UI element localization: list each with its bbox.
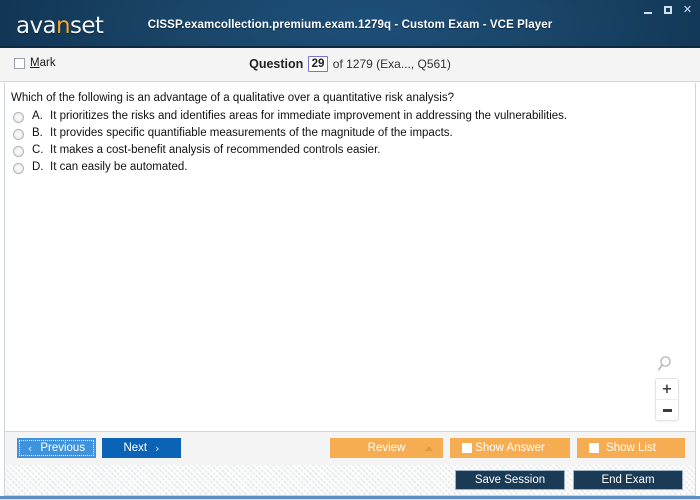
zoom-stepper: +: [655, 378, 679, 421]
action-bar: ‹ Previous Next › Review Show Answer Sho…: [4, 431, 696, 465]
save-session-button[interactable]: Save Session: [455, 470, 565, 490]
status-bar: Save Session End Exam: [4, 465, 696, 496]
show-answer-checkbox-icon[interactable]: [462, 443, 472, 453]
option-letter: D.: [32, 161, 44, 173]
window-title: CISSP.examcollection.premium.exam.1279q …: [147, 19, 553, 31]
option-text: It makes a cost-benefit analysis of reco…: [50, 144, 381, 156]
option-text: It prioritizes the risks and identifies …: [50, 110, 568, 122]
answer-option-a[interactable]: A. It prioritizes the risks and identifi…: [13, 110, 685, 127]
review-button[interactable]: Review: [330, 438, 443, 458]
zoom-widget: +: [653, 354, 681, 421]
answer-option-b[interactable]: B. It provides specific quantifiable mea…: [13, 127, 685, 144]
vce-player-window: avanset CISSP.examcollection.premium.exa…: [0, 0, 700, 500]
chevron-up-icon: [425, 445, 433, 451]
zoom-in-button[interactable]: +: [656, 379, 678, 400]
option-letter: B.: [32, 127, 43, 139]
show-list-button[interactable]: Show List: [577, 438, 685, 458]
show-answer-button[interactable]: Show Answer: [450, 438, 570, 458]
maximize-icon[interactable]: [661, 3, 674, 16]
window-controls: ✕: [641, 3, 694, 16]
previous-button[interactable]: ‹ Previous: [17, 438, 96, 458]
close-icon[interactable]: ✕: [681, 3, 694, 16]
minimize-icon[interactable]: [641, 3, 654, 16]
chevron-left-icon: ‹: [27, 441, 33, 455]
show-list-button-label: Show List: [606, 442, 656, 454]
answer-options-list: A. It prioritizes the risks and identifi…: [13, 110, 685, 178]
title-bar: avanset CISSP.examcollection.premium.exa…: [0, 0, 700, 48]
radio-icon[interactable]: [13, 112, 24, 123]
previous-button-label: Previous: [40, 442, 86, 454]
answer-option-d[interactable]: D. It can easily be automated.: [13, 161, 685, 178]
option-text: It provides specific quantifiable measur…: [50, 127, 453, 139]
end-exam-button[interactable]: End Exam: [573, 470, 683, 490]
question-counter: Question 29 of 1279 (Exa..., Q561): [0, 56, 700, 72]
question-counter-rest: of 1279 (Exa..., Q561): [332, 57, 451, 71]
option-letter: A.: [32, 110, 43, 122]
question-number-field[interactable]: 29: [307, 56, 329, 72]
magnifier-icon[interactable]: [657, 354, 677, 374]
question-pane: Which of the following is an advantage o…: [4, 83, 696, 431]
window-bottom-accent: [0, 496, 700, 500]
next-button[interactable]: Next ›: [102, 438, 181, 458]
option-letter: C.: [32, 144, 44, 156]
option-text: It can easily be automated.: [50, 161, 188, 173]
next-button-label: Next: [123, 442, 148, 454]
show-list-checkbox-icon[interactable]: [589, 443, 599, 453]
answer-option-c[interactable]: C. It makes a cost-benefit analysis of r…: [13, 144, 685, 161]
question-counter-word: Question: [249, 57, 304, 71]
question-text: Which of the following is an advantage o…: [11, 92, 455, 104]
radio-icon[interactable]: [13, 163, 24, 174]
radio-icon[interactable]: [13, 129, 24, 140]
show-answer-button-label: Show Answer: [475, 442, 545, 454]
question-header-bar: Mark Question 29 of 1279 (Exa..., Q561): [0, 48, 700, 82]
chevron-right-icon: ›: [155, 441, 160, 455]
radio-icon[interactable]: [13, 146, 24, 157]
zoom-out-button[interactable]: [656, 400, 678, 420]
